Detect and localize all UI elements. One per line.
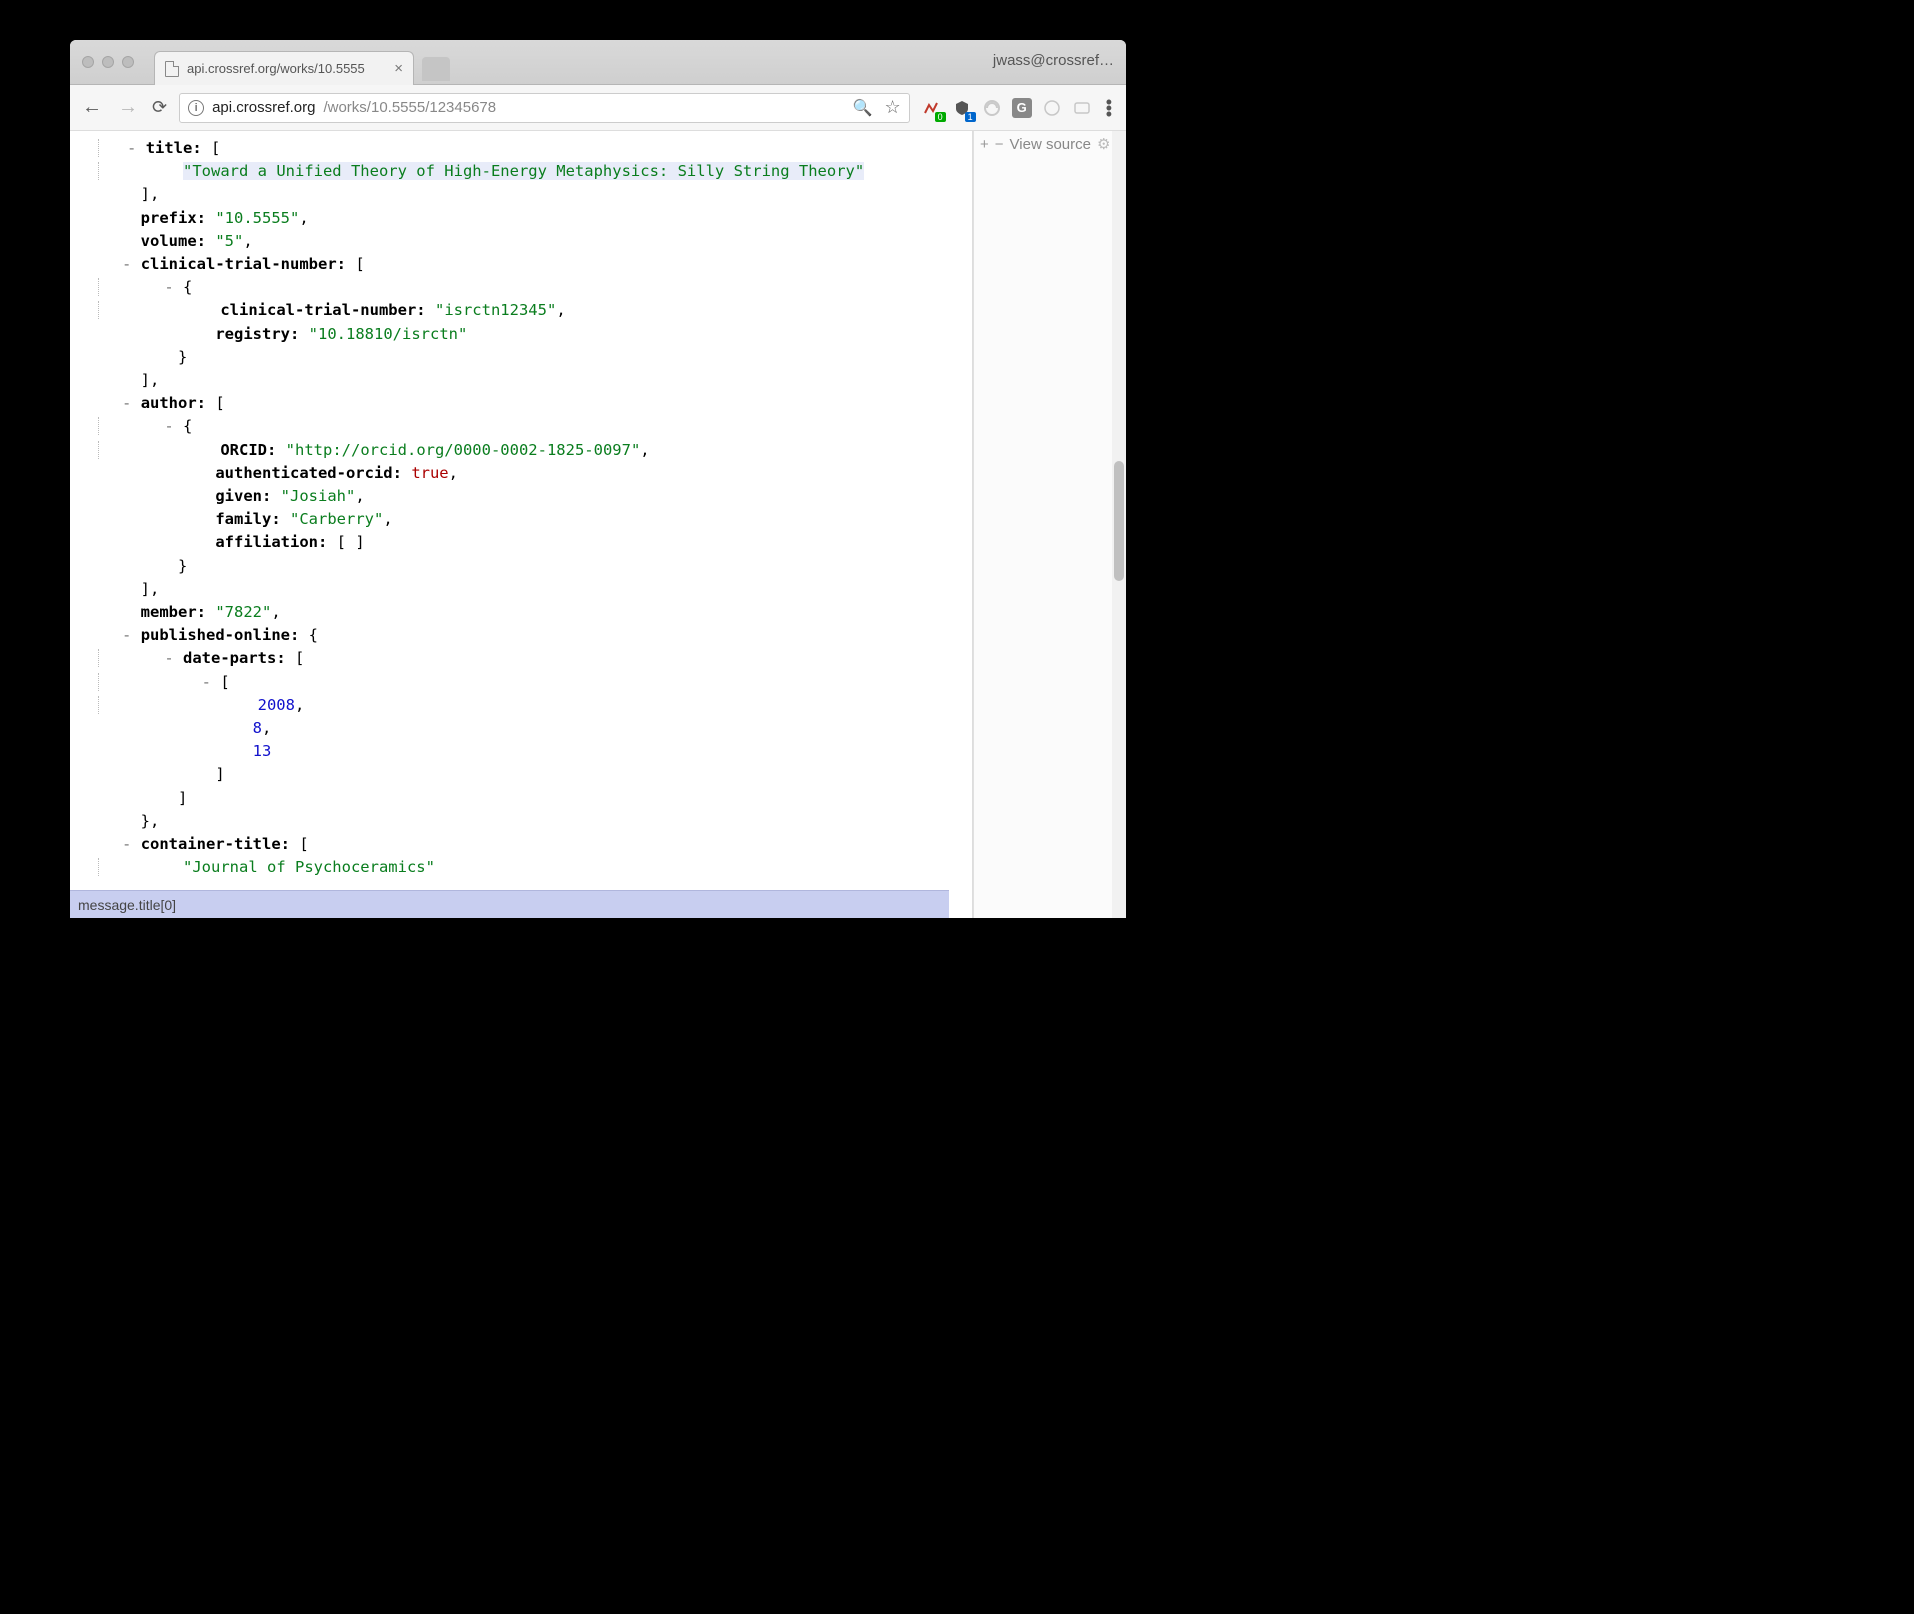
json-key-ctn-inner: clinical-trial-number:: [220, 301, 425, 319]
menu-button[interactable]: •••: [1102, 99, 1116, 117]
browser-tab[interactable]: api.crossref.org/works/10.5555 ×: [154, 51, 414, 85]
json-key-container-title: container-title:: [141, 835, 290, 853]
reload-button[interactable]: ⟳: [152, 97, 167, 118]
json-key-family: family:: [215, 510, 280, 528]
gear-icon[interactable]: ⚙: [1097, 135, 1110, 153]
zoom-window-button[interactable]: [122, 56, 134, 68]
close-tab-button[interactable]: ×: [394, 60, 403, 77]
collapse-toggle[interactable]: -: [127, 139, 136, 157]
extension-icon-1[interactable]: 0: [922, 98, 942, 118]
json-value-month: 8: [253, 719, 262, 737]
back-button[interactable]: ←: [80, 96, 104, 119]
json-value-volume: "5": [215, 232, 243, 250]
json-key-affiliation: affiliation:: [215, 533, 327, 551]
scrollbar-thumb[interactable]: [1114, 461, 1124, 581]
json-key-given: given:: [215, 487, 271, 505]
json-key-volume: volume:: [141, 232, 206, 250]
zoom-icon[interactable]: 🔍: [853, 98, 873, 118]
json-value-registry: "10.18810/isrctn": [309, 325, 468, 343]
toolbar: ← → ⟳ i api.crossref.org/works/10.5555/1…: [70, 85, 1126, 131]
title-bar: api.crossref.org/works/10.5555 × jwass@c…: [70, 40, 1126, 85]
extension-icon-5[interactable]: [1042, 98, 1062, 118]
vertical-scrollbar[interactable]: [1112, 131, 1126, 918]
site-info-icon[interactable]: i: [188, 100, 204, 116]
status-path: message.title[0]: [78, 897, 176, 913]
json-key-prefix: prefix:: [141, 209, 206, 227]
json-value-auth-orcid: true: [411, 464, 448, 482]
json-key-date-parts: date-parts:: [183, 649, 286, 667]
close-window-button[interactable]: [82, 56, 94, 68]
tab-title: api.crossref.org/works/10.5555: [187, 61, 365, 76]
json-value-orcid: "http://orcid.org/0000-0002-1825-0097": [286, 441, 641, 459]
url-path: /works/10.5555/12345678: [323, 99, 496, 116]
json-viewer[interactable]: - title: [ "Toward a Unified Theory of H…: [70, 131, 973, 918]
collapse-toggle[interactable]: -: [164, 278, 173, 296]
bookmark-star-icon[interactable]: ☆: [885, 97, 901, 118]
extension-icon-6[interactable]: [1072, 98, 1092, 118]
window-controls: [82, 56, 134, 68]
collapse-toggle[interactable]: -: [164, 417, 173, 435]
json-viewer-sidebar: + − View source ⚙: [973, 131, 1126, 918]
new-tab-button[interactable]: [422, 57, 450, 81]
page-content: - title: [ "Toward a Unified Theory of H…: [70, 131, 1126, 918]
collapse-toggle[interactable]: -: [202, 673, 211, 691]
collapse-all-button[interactable]: −: [995, 136, 1004, 153]
browser-window: api.crossref.org/works/10.5555 × jwass@c…: [70, 40, 1126, 918]
json-value-day: 13: [253, 742, 272, 760]
extension-badge-green: 0: [935, 112, 946, 122]
profile-label[interactable]: jwass@crossref…: [993, 52, 1114, 69]
collapse-toggle[interactable]: -: [122, 835, 131, 853]
json-value-title[interactable]: "Toward a Unified Theory of High-Energy …: [183, 162, 864, 180]
extension-icon-3[interactable]: [982, 98, 1002, 118]
extension-icon-2[interactable]: 1: [952, 98, 972, 118]
collapse-toggle[interactable]: -: [122, 626, 131, 644]
url-host: api.crossref.org: [212, 99, 315, 116]
minimize-window-button[interactable]: [102, 56, 114, 68]
json-value-member: "7822": [215, 603, 271, 621]
json-key-member: member:: [141, 603, 206, 621]
json-value-prefix: "10.5555": [215, 209, 299, 227]
json-key-title: title:: [146, 139, 202, 157]
json-value-affiliation: [ ]: [337, 533, 365, 551]
json-value-ctn-inner: "isrctn12345": [435, 301, 556, 319]
json-key-published-online: published-online:: [141, 626, 300, 644]
view-source-link[interactable]: View source: [1010, 136, 1091, 153]
json-value-year: 2008: [258, 696, 295, 714]
json-value-container-title: "Journal of Psychoceramics": [183, 858, 435, 876]
status-bar: message.title[0]: [70, 890, 949, 918]
json-key-author: author:: [141, 394, 206, 412]
json-value-given: "Josiah": [281, 487, 356, 505]
json-key-ctn: clinical-trial-number:: [141, 255, 346, 273]
collapse-toggle[interactable]: -: [164, 649, 173, 667]
json-key-registry: registry:: [215, 325, 299, 343]
expand-all-button[interactable]: +: [980, 136, 989, 153]
json-key-orcid: ORCID:: [220, 441, 276, 459]
extension-badge-blue: 1: [965, 112, 976, 122]
json-value-family: "Carberry": [290, 510, 383, 528]
page-icon: [165, 61, 179, 77]
collapse-toggle[interactable]: -: [122, 394, 131, 412]
extension-icons: 0 1 G •••: [922, 98, 1116, 118]
forward-button[interactable]: →: [116, 96, 140, 119]
extension-icon-g[interactable]: G: [1012, 98, 1032, 118]
json-key-auth-orcid: authenticated-orcid:: [215, 464, 402, 482]
address-bar[interactable]: i api.crossref.org/works/10.5555/1234567…: [179, 93, 910, 123]
collapse-toggle[interactable]: -: [122, 255, 131, 273]
